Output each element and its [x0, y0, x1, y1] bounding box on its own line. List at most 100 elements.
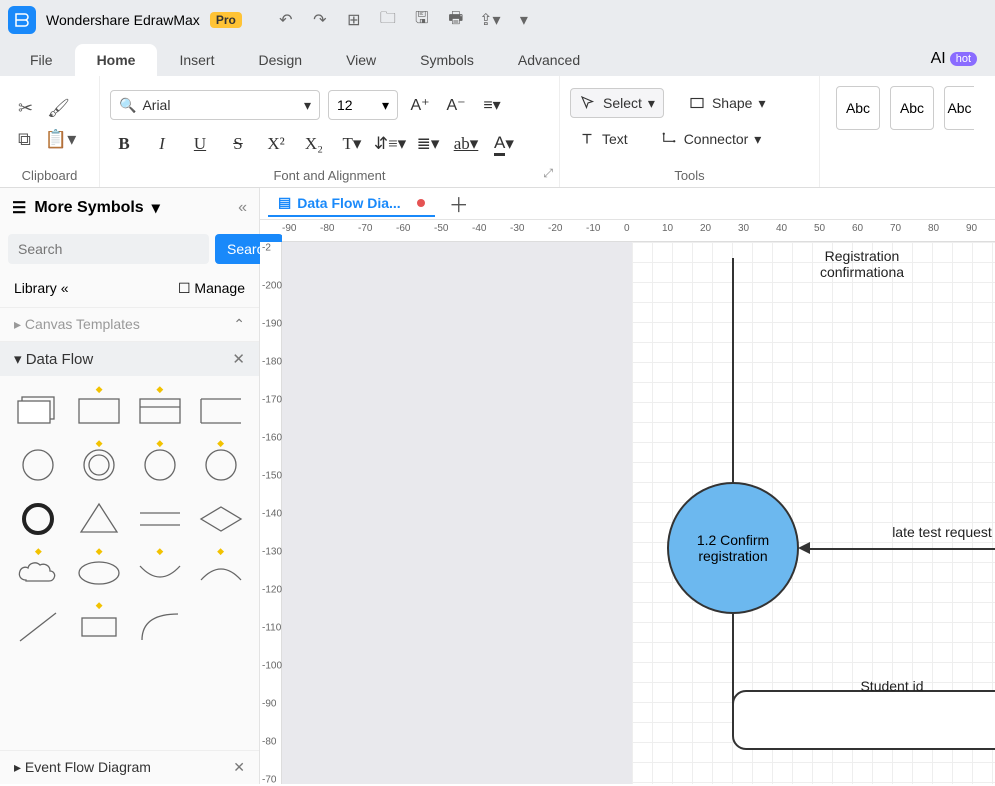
- new-icon[interactable]: ⊞: [344, 10, 364, 30]
- manage-link[interactable]: ☐ Manage: [178, 280, 245, 297]
- close-icon[interactable]: ✕: [232, 350, 245, 368]
- more-symbols-header[interactable]: ☰ More Symbols ▾: [12, 198, 160, 218]
- shape-cloud[interactable]: ◆: [14, 552, 63, 594]
- ruler-horizontal: -90-80-70-60-50-40-30-20-100102030405060…: [282, 220, 995, 242]
- export-icon[interactable]: ⇪▾: [480, 10, 500, 30]
- font-color-icon[interactable]: A▾: [490, 130, 518, 158]
- underline-icon[interactable]: U: [186, 130, 214, 158]
- shape-circle-2[interactable]: ◆: [136, 444, 185, 486]
- expand-font-icon[interactable]: ⤢: [543, 166, 553, 181]
- connector-line[interactable]: [810, 548, 995, 550]
- tab-design[interactable]: Design: [236, 44, 324, 76]
- chevron-down-icon: ▾: [304, 97, 311, 114]
- font-name-value: Arial: [142, 97, 170, 113]
- canvas-area: ▤ Data Flow Dia... ＋ -90-80-70-60-50-40-…: [260, 188, 995, 784]
- flow-label-registration[interactable]: Registration confirmationa: [782, 248, 942, 280]
- shape-triangle[interactable]: [75, 498, 124, 540]
- ribbon-styles: Abc Abc Abc: [820, 76, 995, 187]
- tab-insert[interactable]: Insert: [157, 44, 236, 76]
- style-abc-3[interactable]: Abc: [944, 86, 974, 130]
- doc-tab-label: Data Flow Dia...: [297, 195, 400, 211]
- shape-multi-rect[interactable]: [14, 390, 63, 432]
- strikethrough-icon[interactable]: S: [224, 130, 252, 158]
- increase-font-icon[interactable]: A⁺: [406, 91, 434, 119]
- shape-circle-3[interactable]: ◆: [196, 444, 245, 486]
- shape-parallel-lines[interactable]: [136, 498, 185, 540]
- shape-label: Shape: [712, 95, 752, 111]
- shape-curve[interactable]: [136, 606, 185, 648]
- line-spacing-icon[interactable]: ⇵≡▾: [376, 130, 404, 158]
- connector-line[interactable]: [732, 304, 734, 484]
- canvas[interactable]: Registration confirmationa 1.2 Confirm r…: [282, 242, 995, 784]
- shape-arc-up[interactable]: ◆: [196, 552, 245, 594]
- shape-palette: ◆ ◆ ◆ ◆ ◆ ◆ ◆ ◆ ◆ ◆: [0, 376, 259, 750]
- flow-label-student-id[interactable]: Student id: [842, 678, 942, 694]
- process-confirm-registration[interactable]: 1.2 Confirm registration: [667, 482, 799, 614]
- shape-double-circle[interactable]: ◆: [75, 444, 124, 486]
- bold-icon[interactable]: B: [110, 130, 138, 158]
- superscript-icon[interactable]: X²: [262, 130, 290, 158]
- section-event-flow[interactable]: ▸ Event Flow Diagram ✕: [0, 750, 259, 784]
- shape-diamond[interactable]: [196, 498, 245, 540]
- shape-tool[interactable]: Shape▾: [680, 88, 774, 118]
- save-icon[interactable]: 🖫: [412, 10, 432, 30]
- ruler-vertical: -2-200-190-180-170-160-150-140-130-120-1…: [260, 242, 282, 784]
- collapse-sidebar-icon[interactable]: «: [238, 199, 247, 217]
- text-case-icon[interactable]: T▾: [338, 130, 366, 158]
- tab-file[interactable]: File: [8, 44, 75, 76]
- connector-line[interactable]: [732, 258, 734, 306]
- align-icon[interactable]: ≡▾: [478, 91, 506, 119]
- app-title: Wondershare EdrawMax: [46, 12, 200, 28]
- italic-icon[interactable]: I: [148, 130, 176, 158]
- tab-ai[interactable]: AI hot: [921, 42, 987, 76]
- font-size-select[interactable]: 12 ▾: [328, 90, 398, 120]
- shape-arc-down[interactable]: ◆: [136, 552, 185, 594]
- more-icon[interactable]: ▾: [514, 10, 534, 30]
- select-label: Select: [603, 95, 642, 111]
- tab-advanced[interactable]: Advanced: [496, 44, 602, 76]
- connector-tool[interactable]: Connector▾: [652, 124, 770, 154]
- tab-view[interactable]: View: [324, 44, 398, 76]
- search-input[interactable]: [8, 234, 209, 264]
- tab-home[interactable]: Home: [75, 44, 158, 76]
- shape-rect[interactable]: ◆: [75, 390, 124, 432]
- shape-ellipse[interactable]: ◆: [75, 552, 124, 594]
- copy-icon[interactable]: ⧉: [18, 129, 31, 150]
- style-abc-1[interactable]: Abc: [836, 86, 880, 130]
- shape-split-rect[interactable]: ◆: [136, 390, 185, 432]
- highlight-icon[interactable]: ab▾: [452, 130, 480, 158]
- style-abc-2[interactable]: Abc: [890, 86, 934, 130]
- shape-line[interactable]: [14, 606, 63, 648]
- sidebar: ☰ More Symbols ▾ « Search Library « ☐ Ma…: [0, 188, 260, 784]
- decrease-font-icon[interactable]: A⁻: [442, 91, 470, 119]
- menu-tabs: File Home Insert Design View Symbols Adv…: [0, 40, 995, 76]
- flow-label-late-test[interactable]: late test request: [892, 524, 992, 540]
- select-tool[interactable]: Select▾: [570, 88, 664, 118]
- tab-symbols[interactable]: Symbols: [398, 44, 496, 76]
- shape-circle[interactable]: [14, 444, 63, 486]
- section-canvas-templates[interactable]: ▸ Canvas Templates ⌃: [0, 307, 259, 341]
- open-icon[interactable]: 🗀: [378, 10, 398, 30]
- font-name-select[interactable]: 🔍Arial ▾: [110, 90, 320, 120]
- format-painter-icon[interactable]: 🖌: [47, 98, 70, 119]
- cut-icon[interactable]: ✂: [18, 98, 33, 119]
- subscript-icon[interactable]: X₂: [300, 130, 328, 158]
- paste-icon[interactable]: 📋▾: [45, 129, 76, 150]
- document-tab[interactable]: ▤ Data Flow Dia...: [268, 190, 435, 217]
- section-data-flow[interactable]: ▾ Data Flow ✕: [0, 341, 259, 376]
- canvas-page[interactable]: Registration confirmationa 1.2 Confirm r…: [632, 242, 995, 784]
- data-store-rect[interactable]: [732, 690, 995, 750]
- print-icon[interactable]: 🖶: [446, 10, 466, 30]
- library-link[interactable]: Library «: [14, 280, 68, 297]
- shape-open-rect[interactable]: [196, 390, 245, 432]
- shape-bold-circle[interactable]: [14, 498, 63, 540]
- shape-small-rect[interactable]: ◆: [75, 606, 124, 648]
- bullet-list-icon[interactable]: ≣▾: [414, 130, 442, 158]
- close-icon[interactable]: ✕: [233, 759, 245, 776]
- undo-icon[interactable]: ↶: [276, 10, 296, 30]
- document-tabs: ▤ Data Flow Dia... ＋: [260, 188, 995, 220]
- redo-icon[interactable]: ↷: [310, 10, 330, 30]
- font-size-value: 12: [337, 97, 353, 113]
- text-tool[interactable]: Text: [570, 124, 636, 154]
- add-tab-button[interactable]: ＋: [443, 189, 475, 218]
